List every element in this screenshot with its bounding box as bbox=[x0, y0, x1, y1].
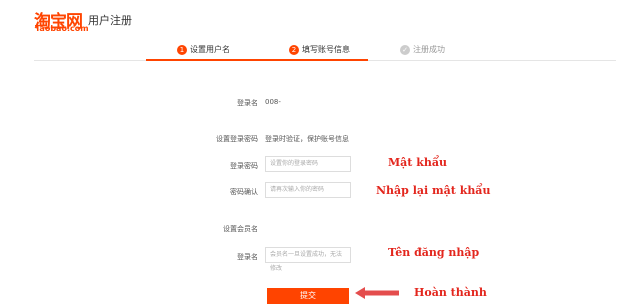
taobao-logo-domain: Taobao.com bbox=[35, 24, 89, 33]
step-label: 填写账号信息 bbox=[302, 45, 350, 54]
member-name-label: 登录名 bbox=[237, 253, 258, 261]
annotation-submit: Hoàn thành bbox=[414, 286, 487, 299]
password-hint: 登录时验证，保护账号信息 bbox=[265, 135, 349, 143]
annotation-member-name: Tên đăng nhập bbox=[388, 246, 480, 259]
account-value: 008- bbox=[265, 98, 281, 106]
member-name-input[interactable]: 会员名一旦设置成功，无法修改 bbox=[265, 247, 351, 272]
step-number: 2 bbox=[289, 44, 299, 55]
confirm-password-label: 密码确认 bbox=[230, 188, 258, 196]
step-register-success: ✓ 注册成功 bbox=[400, 44, 445, 55]
password-input[interactable]: 设置你的登录密码 bbox=[265, 156, 351, 172]
arrow-left-icon bbox=[355, 287, 399, 299]
password-section-title: 设置登录密码 bbox=[216, 135, 258, 143]
annotation-confirm-password: Nhập lại mật khẩu bbox=[376, 184, 491, 197]
password-label: 登录密码 bbox=[230, 162, 258, 170]
page-title: 用户注册 bbox=[88, 14, 132, 27]
account-label: 登录名 bbox=[237, 99, 258, 107]
step-set-username: 1 设置用户名 bbox=[177, 44, 230, 55]
step-label: 设置用户名 bbox=[190, 45, 230, 54]
submit-button[interactable]: 提交 bbox=[267, 288, 349, 304]
check-icon: ✓ bbox=[400, 44, 410, 55]
step-label: 注册成功 bbox=[413, 45, 445, 54]
annotation-password: Mật khẩu bbox=[388, 156, 447, 169]
member-section-title: 设置会员名 bbox=[223, 225, 258, 233]
confirm-password-input[interactable]: 请再次输入你的密码 bbox=[265, 182, 351, 198]
progress-bar bbox=[146, 59, 368, 61]
step-number: 1 bbox=[177, 44, 187, 55]
step-fill-account-info: 2 填写账号信息 bbox=[289, 44, 350, 55]
